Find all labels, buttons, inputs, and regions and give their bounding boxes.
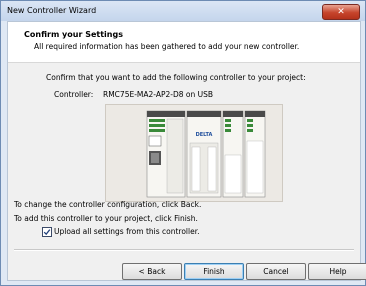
finish-instruction: To add this controller to your project, … — [14, 214, 198, 223]
wizard-header: Confirm your Settings All required infor… — [8, 22, 360, 63]
checkmark-icon — [43, 229, 51, 236]
cancel-button[interactable]: Cancel — [246, 263, 306, 280]
controller-value: RMC75E-MA2-AP2-D8 on USB — [103, 90, 214, 99]
wizard-window: New Controller Wizard ✕ Confirm your Set… — [0, 0, 366, 286]
page-title: Confirm your Settings — [24, 30, 123, 39]
close-button[interactable]: ✕ — [322, 4, 360, 20]
upload-settings-checkbox[interactable] — [42, 227, 52, 237]
wizard-content: Confirm your Settings All required infor… — [7, 21, 366, 281]
delta-logo-text: DELTA — [196, 132, 213, 138]
controller-diagram: DELTA — [146, 110, 266, 198]
window-title: New Controller Wizard — [7, 6, 97, 15]
page-subtitle: All required information has been gather… — [34, 42, 300, 51]
back-button[interactable]: < Back — [122, 263, 182, 280]
upload-settings-label[interactable]: Upload all settings from this controller… — [54, 227, 200, 236]
help-button[interactable]: Help — [308, 263, 366, 280]
close-icon: ✕ — [337, 7, 345, 17]
footer-divider — [14, 249, 354, 251]
finish-button[interactable]: Finish — [184, 263, 244, 280]
controller-label: Controller: — [54, 90, 94, 99]
title-bar[interactable]: New Controller Wizard ✕ — [1, 1, 365, 21]
confirm-instruction: Confirm that you want to add the followi… — [46, 73, 306, 82]
controller-image: DELTA — [105, 104, 283, 202]
change-instruction: To change the controller configuration, … — [14, 200, 202, 209]
